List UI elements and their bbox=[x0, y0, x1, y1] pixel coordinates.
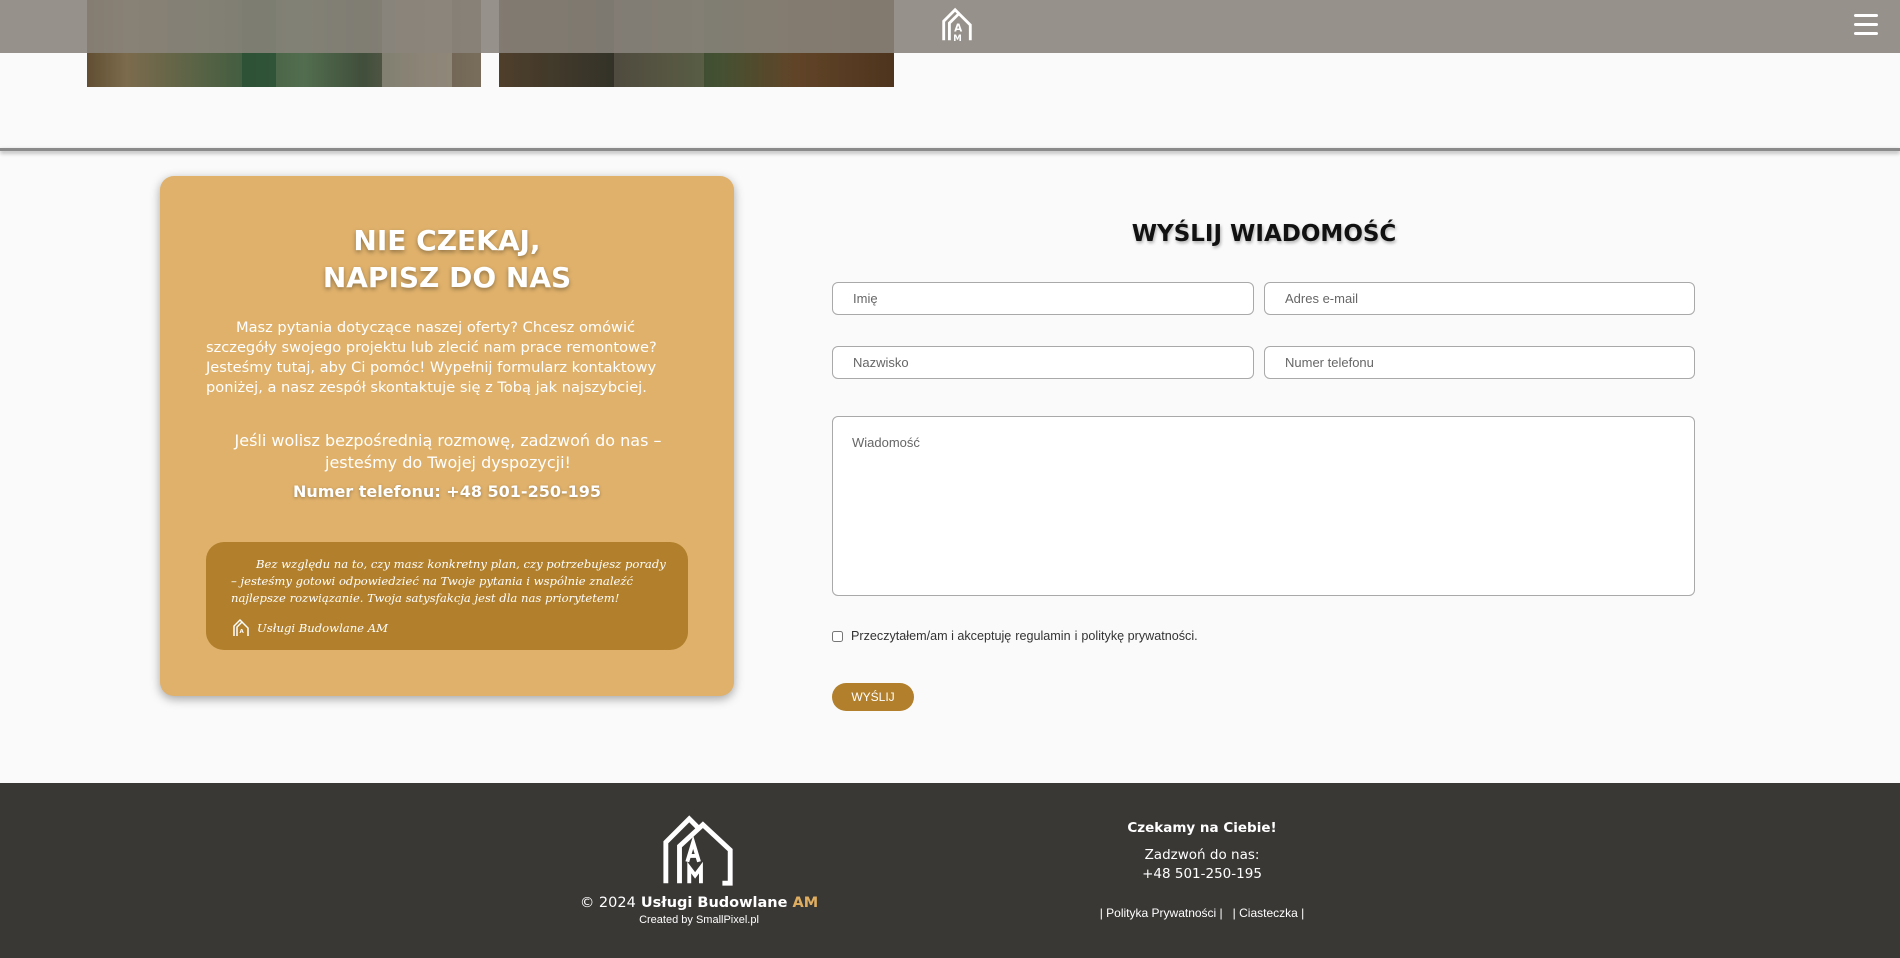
card-call-text: Jeśli wolisz bezpośrednią rozmowę, zadzw… bbox=[234, 431, 662, 472]
svg-text:A: A bbox=[240, 629, 245, 635]
smallpixel-link[interactable]: SmallPixel.pl bbox=[696, 914, 759, 926]
footer-links: | Polityka Prywatności | | Ciasteczka | bbox=[1099, 906, 1305, 920]
regulamin-link[interactable]: regulamin bbox=[1015, 629, 1070, 643]
form-title: WYŚLIJ WIADOMOŚĆ bbox=[1131, 221, 1397, 247]
quote-box: Bez względu na to, czy masz konkretny pl… bbox=[206, 542, 688, 650]
footer-call-label: Zadzwoń do nas: bbox=[1144, 847, 1260, 863]
send-button[interactable]: WYŚLIJ bbox=[832, 683, 914, 711]
footer-heading: Czekamy na Ciebie! bbox=[1127, 820, 1277, 836]
am-house-logo-icon[interactable]: A M bbox=[938, 6, 976, 44]
cookies-link[interactable]: Ciasteczka bbox=[1239, 906, 1298, 920]
consent-checkbox[interactable] bbox=[832, 630, 843, 642]
am-house-logo-icon: A bbox=[233, 618, 249, 636]
quote-signature: A Usługi Budowlane AM bbox=[231, 618, 388, 638]
privacy-policy-link[interactable]: Polityka Prywatności bbox=[1106, 906, 1216, 920]
last-name-input[interactable] bbox=[832, 346, 1254, 379]
footer-credit: Created by SmallPixel.pl bbox=[639, 914, 759, 926]
card-intro-text: Masz pytania dotyczące naszej oferty? Ch… bbox=[206, 319, 657, 396]
first-name-input[interactable] bbox=[832, 282, 1254, 315]
quote-text: Bez względu na to, czy masz konkretny pl… bbox=[231, 557, 666, 605]
contact-info-card: NIE CZEKAJ, NAPISZ DO NAS Masz pytania d… bbox=[160, 176, 734, 696]
footer-copyright: © 2024 Usługi Budowlane AM bbox=[579, 895, 819, 911]
svg-text:M: M bbox=[953, 34, 962, 44]
email-input[interactable] bbox=[1264, 282, 1695, 315]
site-footer: © 2024 Usługi Budowlane AM Created by Sm… bbox=[0, 783, 1900, 958]
section-divider bbox=[0, 148, 1900, 151]
card-title: NIE CZEKAJ, NAPISZ DO NAS bbox=[322, 224, 572, 294]
card-phone-number[interactable]: Numer telefonu: +48 501-250-195 bbox=[160, 482, 734, 501]
hamburger-menu-icon[interactable] bbox=[1854, 14, 1878, 36]
consent-label: Przeczytałem/am i akceptuję bbox=[851, 629, 1012, 643]
message-textarea[interactable] bbox=[832, 416, 1695, 596]
site-header: A M bbox=[0, 0, 1900, 53]
am-house-logo-icon[interactable] bbox=[660, 813, 738, 891]
phone-input[interactable] bbox=[1264, 346, 1695, 379]
privacy-policy-link[interactable]: politykę prywatności. bbox=[1081, 629, 1197, 643]
svg-text:A: A bbox=[954, 23, 963, 35]
footer-phone-number[interactable]: +48 501-250-195 bbox=[1050, 866, 1354, 882]
consent-row: Przeczytałem/am i akceptuję regulamin i … bbox=[832, 629, 1198, 643]
